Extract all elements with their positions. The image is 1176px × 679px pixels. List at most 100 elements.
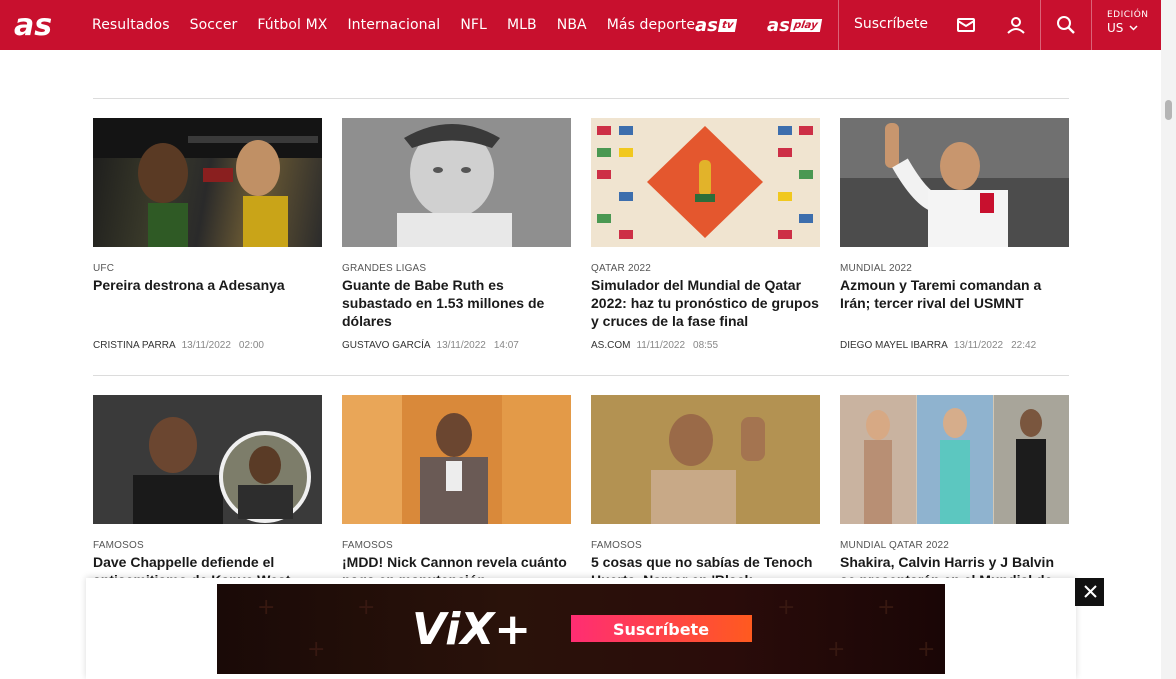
babe-ruth-photo (342, 118, 571, 247)
article-date: 13/11/2022 (953, 340, 1004, 351)
section-divider (93, 375, 1069, 376)
as-play-name: as (767, 14, 790, 36)
article-kicker[interactable]: MUNDIAL 2022 (840, 263, 1069, 274)
nav-item-internacional[interactable]: Internacional (347, 17, 440, 33)
article-card[interactable]: GRANDES LIGAS Guante de Babe Ruth es sub… (342, 118, 571, 351)
article-card[interactable]: FAMOSOS Dave Chappelle defiende el antis… (93, 395, 322, 589)
article-date: 13/11/2022 (181, 340, 231, 351)
sticky-ad-container: + + + + + + + ViX+ Suscríbete (86, 578, 1076, 679)
article-byline: AS.COM 11/11/2022 08:55 (591, 340, 718, 351)
edition-value: US (1107, 21, 1124, 35)
article-headline[interactable]: Guante de Babe Ruth es subastado en 1.53… (342, 276, 571, 330)
nav-item-mlb[interactable]: MLB (507, 17, 537, 33)
svg-text:+: + (307, 637, 325, 662)
nav-item-mas-deporte[interactable]: Más deporte (607, 17, 695, 33)
vix-subscribe-label: Suscríbete (613, 620, 709, 639)
as-play-link[interactable]: as play (767, 14, 822, 36)
article-headline[interactable]: Simulador del Mundial de Qatar 2022: haz… (591, 276, 820, 330)
article-card[interactable]: QATAR 2022 Simulador del Mundial de Qata… (591, 118, 820, 351)
subscribe-link[interactable]: Suscríbete (854, 16, 928, 32)
article-time: 22:42 (1011, 340, 1037, 351)
world-cup-flags-graphic (591, 118, 820, 247)
vix-ad-graphic: + + + + + + + ViX+ Suscríbete (257, 595, 935, 662)
nav-item-soccer[interactable]: Soccer (190, 17, 238, 33)
article-kicker[interactable]: FAMOSOS (591, 540, 820, 551)
article-image[interactable] (840, 395, 1069, 524)
shakira-harris-balvin-photo (840, 395, 1069, 524)
article-image[interactable] (93, 118, 322, 247)
article-author[interactable]: AS.COM (591, 340, 630, 351)
article-card[interactable]: FAMOSOS 5 cosas que no sabías de Tenoch … (591, 395, 820, 589)
article-author[interactable]: CRISTINA PARRA (93, 340, 176, 351)
user-icon[interactable] (1005, 14, 1027, 36)
close-ad-button[interactable] (1075, 578, 1104, 606)
article-headline[interactable]: Pereira destrona a Adesanya (93, 276, 322, 294)
as-tv-name: as (695, 14, 718, 36)
section-divider (93, 98, 1069, 99)
article-time: 08:55 (693, 340, 719, 351)
article-byline: GUSTAVO GARCÍA 13/11/2022 14:07 (342, 340, 519, 351)
header-divider (838, 0, 839, 50)
article-kicker[interactable]: GRANDES LIGAS (342, 263, 571, 274)
edition-label: EDICIÓN (1107, 10, 1149, 20)
article-headline[interactable]: Azmoun y Taremi comandan a Irán; tercer … (840, 276, 1069, 312)
article-kicker[interactable]: FAMOSOS (93, 540, 322, 551)
as-logo[interactable]: as (14, 8, 64, 42)
article-byline: CRISTINA PARRA 13/11/2022 02:00 (93, 340, 264, 351)
nav-item-nba[interactable]: NBA (557, 17, 587, 33)
article-image[interactable] (840, 118, 1069, 247)
page-scrollbar[interactable] (1161, 0, 1176, 679)
article-image[interactable] (342, 118, 571, 247)
article-kicker[interactable]: UFC (93, 263, 322, 274)
scrollbar-thumb[interactable] (1165, 100, 1172, 120)
edition-selector[interactable]: EDICIÓN US (1107, 10, 1149, 35)
article-card[interactable]: FAMOSOS ¡MDD! Nick Cannon revela cuánto … (342, 395, 571, 589)
search-icon[interactable] (1055, 14, 1077, 36)
svg-text:+: + (877, 595, 895, 620)
article-kicker[interactable]: QATAR 2022 (591, 263, 820, 274)
svg-text:+: + (827, 637, 845, 662)
main-nav: Resultados Soccer Fútbol MX Internaciona… (92, 0, 715, 50)
svg-text:+: + (777, 595, 795, 620)
article-card[interactable]: MUNDIAL QATAR 2022 Shakira, Calvin Harri… (840, 395, 1069, 589)
article-byline: DIEGO MAYEL IBARRA 13/11/2022 22:42 (840, 340, 1036, 351)
player-celebrating-photo (840, 118, 1069, 247)
logo-text: as (14, 8, 52, 42)
article-time: 02:00 (238, 340, 264, 351)
article-image[interactable] (591, 118, 820, 247)
article-date: 11/11/2022 (636, 340, 686, 351)
article-image[interactable] (342, 395, 571, 524)
article-image[interactable] (93, 395, 322, 524)
fighters-photo (93, 118, 322, 247)
svg-text:+: + (917, 637, 935, 662)
article-date: 13/11/2022 (436, 340, 486, 351)
article-image[interactable] (591, 395, 820, 524)
mail-icon[interactable] (955, 14, 977, 36)
article-time: 14:07 (493, 340, 519, 351)
article-author[interactable]: DIEGO MAYEL IBARRA (840, 340, 948, 351)
as-play-tag: play (789, 18, 822, 32)
vix-logo-text: ViX+ (412, 604, 531, 655)
tenoch-huerta-photo (591, 395, 820, 524)
article-card[interactable]: MUNDIAL 2022 Azmoun y Taremi comandan a … (840, 118, 1069, 351)
as-tv-link[interactable]: as tv (695, 14, 738, 36)
article-card[interactable]: UFC Pereira destrona a Adesanya CRISTINA… (93, 118, 322, 351)
header-divider (1091, 0, 1092, 50)
article-kicker[interactable]: MUNDIAL QATAR 2022 (840, 540, 1069, 551)
header-divider (1040, 0, 1041, 50)
article-kicker[interactable]: FAMOSOS (342, 540, 571, 551)
chevron-down-icon (1129, 25, 1138, 31)
svg-text:+: + (257, 595, 275, 620)
nav-item-resultados[interactable]: Resultados (92, 17, 170, 33)
edition-value-wrap: US (1107, 21, 1149, 35)
top-navigation-bar: as Resultados Soccer Fútbol MX Internaci… (0, 0, 1161, 50)
vix-ad-banner[interactable]: + + + + + + + ViX+ Suscríbete (217, 584, 945, 674)
nav-item-futbol-mx[interactable]: Fútbol MX (257, 17, 327, 33)
article-author[interactable]: GUSTAVO GARCÍA (342, 340, 431, 351)
nav-item-nfl[interactable]: NFL (460, 17, 487, 33)
chappelle-kanye-photo (93, 395, 322, 524)
as-tv-tag: tv (717, 18, 738, 32)
nick-cannon-photo (342, 395, 571, 524)
close-icon (1075, 585, 1097, 599)
svg-text:+: + (357, 595, 375, 620)
